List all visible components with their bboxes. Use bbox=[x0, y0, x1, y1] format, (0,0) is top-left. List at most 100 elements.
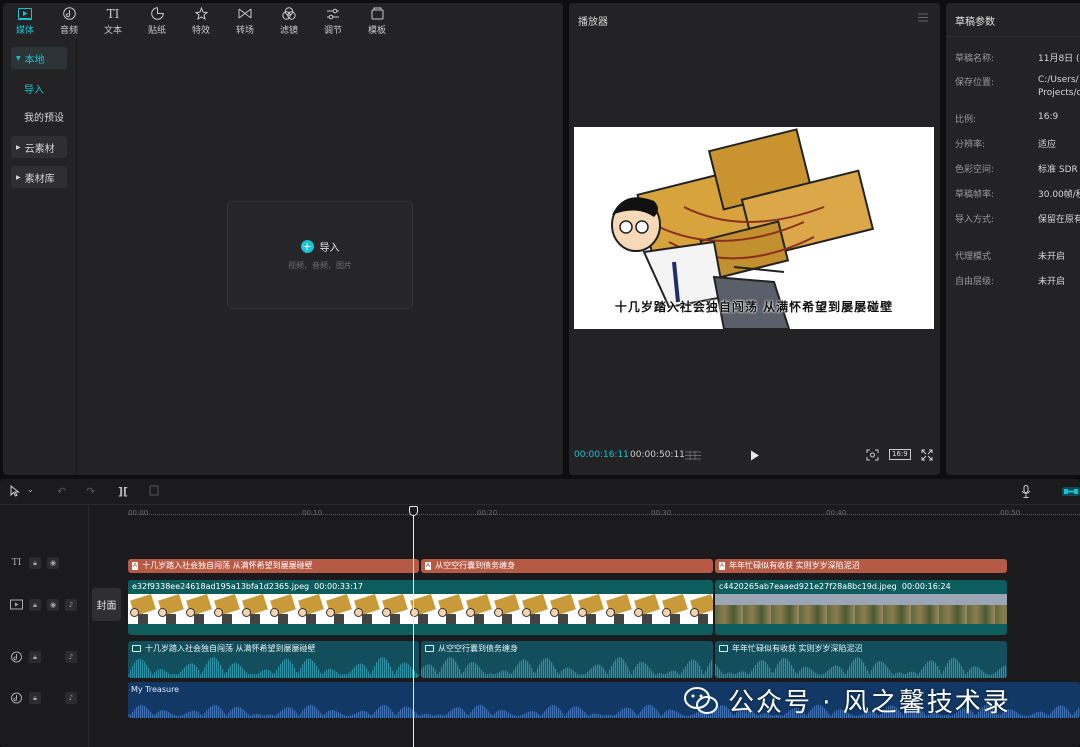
music-track-icon bbox=[11, 692, 22, 704]
media-panel: 媒体 音频 TI 文本 贴纸 特效 转场 滤镜 调节 模板 ▼ 本地 导入 我的… bbox=[3, 3, 563, 475]
audio-clip[interactable]: 年年忙碌似有收获 实则岁岁深陷泥沼 bbox=[715, 641, 1007, 678]
lock-icon[interactable]: 🔒︎ bbox=[29, 692, 41, 704]
video-thumbnail bbox=[240, 594, 268, 624]
microphone-icon[interactable] bbox=[1021, 485, 1031, 498]
audio-waveform bbox=[128, 657, 419, 678]
template-icon bbox=[370, 7, 384, 21]
tab-audio[interactable]: 音频 bbox=[47, 3, 91, 39]
video-thumbnail bbox=[464, 594, 492, 624]
audio-clip-caption: 从空空行囊到债务缠身 bbox=[425, 643, 518, 654]
video-thumbnail bbox=[520, 594, 548, 624]
video-thumbnail bbox=[715, 594, 743, 624]
watermark-text: 公众号 · 风之馨技术录 bbox=[728, 688, 1011, 718]
play-icon[interactable] bbox=[750, 450, 760, 461]
tab-media[interactable]: 媒体 bbox=[3, 3, 47, 39]
text-clip-icon: A bbox=[719, 561, 726, 570]
audio-clip-label: 从空空行囊到债务缠身 bbox=[438, 644, 518, 653]
tab-text[interactable]: TI 文本 bbox=[91, 3, 135, 39]
tab-adjust[interactable]: 调节 bbox=[311, 3, 355, 39]
audio-clip[interactable]: 从空空行囊到债务缠身 bbox=[421, 641, 713, 678]
lock-icon[interactable]: 🔒︎ bbox=[29, 651, 41, 663]
tab-filter[interactable]: 滤镜 bbox=[267, 3, 311, 39]
audio-track-header: 🔒︎ ♪ bbox=[10, 651, 77, 663]
import-button[interactable]: + 导入 bbox=[300, 239, 340, 254]
video-clip[interactable]: c4420265ab7eaaed921e27f28a8bc19d.jpeg 00… bbox=[715, 580, 1007, 635]
sidebar-item-local[interactable]: ▼ 本地 bbox=[11, 47, 67, 69]
tts-icon bbox=[425, 645, 434, 652]
tab-effects[interactable]: 特效 bbox=[179, 3, 223, 39]
audio-clip-label: 年年忙碌似有收获 实则岁岁深陷泥沼 bbox=[732, 644, 863, 653]
sidebar-item-cloud[interactable]: ▶ 云素材 bbox=[11, 136, 67, 158]
prop-value: Projects/c bbox=[1038, 88, 1080, 98]
tab-template-label: 模板 bbox=[367, 25, 386, 36]
tab-sticker[interactable]: 贴纸 bbox=[135, 3, 179, 39]
video-thumbnail bbox=[548, 594, 576, 624]
sidebar-item-library[interactable]: ▶ 素材库 bbox=[11, 166, 67, 188]
cover-button[interactable]: 封面 bbox=[92, 588, 121, 621]
prop-value: 未开启 bbox=[1038, 252, 1066, 262]
volume-icon[interactable]: ♪ bbox=[65, 599, 77, 611]
video-preview[interactable]: 十几岁踏入社会独自闯荡 从满怀希望到屡屡碰壁 bbox=[574, 127, 934, 329]
prop-label: 导入方式: bbox=[955, 215, 995, 225]
prop-value: 11月8日 ( bbox=[1038, 54, 1080, 64]
audio-icon bbox=[62, 7, 76, 21]
video-clip-name: e32f9338ee24618ad195a13bfa1d2365.jpeg bbox=[132, 582, 310, 591]
prop-label: 保存位置: bbox=[955, 78, 995, 88]
text-icon: TI bbox=[106, 6, 120, 21]
undo-icon[interactable]: ↶ bbox=[57, 485, 66, 498]
audio-track-icon bbox=[11, 651, 22, 663]
video-thumbnail bbox=[380, 594, 408, 624]
text-clip[interactable]: A 年年忙碌似有收获 实则岁岁深陷泥沼 bbox=[715, 559, 1007, 573]
link-toggle-icon[interactable] bbox=[1062, 487, 1080, 496]
delete-icon[interactable] bbox=[149, 485, 159, 496]
text-clip[interactable]: A 从空空行囊到债务缠身 bbox=[421, 559, 713, 573]
tab-effects-label: 特效 bbox=[191, 25, 210, 36]
fullscreen-icon[interactable] bbox=[921, 449, 933, 461]
eye-icon[interactable]: ◉ bbox=[47, 599, 59, 611]
prop-value: 适应 bbox=[1038, 140, 1057, 150]
wechat-icon bbox=[684, 686, 718, 714]
eye-icon[interactable]: ◉ bbox=[47, 557, 59, 569]
import-label: 导入 bbox=[319, 243, 340, 254]
select-cursor-icon[interactable] bbox=[10, 485, 20, 497]
tab-template[interactable]: 模板 bbox=[355, 3, 399, 39]
divider bbox=[946, 36, 1080, 37]
import-dropzone[interactable]: + 导入 视频、音频、图片 bbox=[227, 201, 413, 309]
text-clip[interactable]: A 十几岁踏入社会独自闯荡 从满怀希望到屡屡碰壁 bbox=[128, 559, 419, 573]
player-title: 播放器 bbox=[578, 17, 608, 28]
playhead-handle[interactable] bbox=[409, 506, 418, 516]
video-subtitle: 十几岁踏入社会独自闯荡 从满怀希望到屡屡碰壁 bbox=[614, 300, 894, 314]
video-thumbnail bbox=[632, 594, 660, 624]
ruler-line bbox=[128, 514, 1080, 515]
timeline-ruler[interactable]: 00:00 00:10 00:20 00:30 00:40 00:50 bbox=[128, 506, 1080, 520]
audio-clip-label: 十几岁踏入社会独自闯荡 从满怀希望到屡屡碰壁 bbox=[145, 644, 316, 653]
chevron-down-icon[interactable]: ⌄ bbox=[27, 485, 34, 494]
volume-icon[interactable]: ♪ bbox=[65, 692, 77, 704]
volume-icon[interactable]: ♪ bbox=[65, 651, 77, 663]
video-thumbnail bbox=[128, 594, 156, 624]
list-grid-icon[interactable] bbox=[685, 451, 701, 460]
fit-screen-icon[interactable] bbox=[866, 449, 879, 461]
prop-value: 30.00帧/秒 bbox=[1038, 190, 1080, 200]
redo-icon[interactable]: ↷ bbox=[86, 485, 95, 498]
video-clip[interactable]: e32f9338ee24618ad195a13bfa1d2365.jpeg 00… bbox=[128, 580, 713, 635]
playhead[interactable] bbox=[409, 506, 418, 747]
audio-clip[interactable]: 十几岁踏入社会独自闯荡 从满怀希望到屡屡碰壁 bbox=[128, 641, 419, 678]
video-thumbnail bbox=[352, 594, 380, 624]
tab-transition[interactable]: 转场 bbox=[223, 3, 267, 39]
prop-label: 草稿帧率: bbox=[955, 190, 995, 200]
sidebar-item-presets[interactable]: 我的预设 bbox=[24, 109, 76, 125]
lock-icon[interactable]: 🔒︎ bbox=[29, 599, 41, 611]
video-thumbnail bbox=[296, 594, 324, 624]
aspect-ratio-button[interactable]: 16:9 bbox=[889, 449, 911, 460]
prop-value: 16:9 bbox=[1038, 112, 1059, 122]
lock-icon[interactable]: 🔒︎ bbox=[29, 557, 41, 569]
video-thumbnails bbox=[128, 594, 713, 624]
menu-icon[interactable] bbox=[918, 13, 928, 22]
video-clip-duration: 00:00:16:24 bbox=[901, 582, 951, 591]
sidebar-item-import[interactable]: 导入 bbox=[24, 81, 76, 97]
spacer bbox=[47, 651, 59, 663]
timeline-toolbar: ⌄ ↶ ↷ ][ bbox=[0, 479, 1080, 505]
split-icon[interactable]: ][ bbox=[118, 485, 128, 498]
media-icon bbox=[18, 7, 32, 21]
